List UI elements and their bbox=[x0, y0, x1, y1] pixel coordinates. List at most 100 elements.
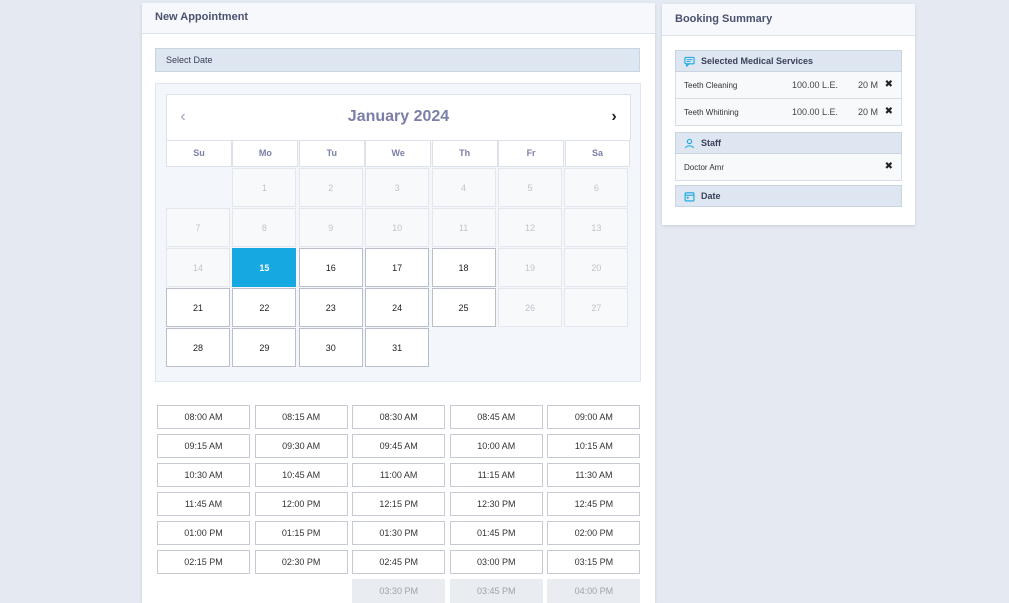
time-slot[interactable]: 10:00 AM bbox=[449, 434, 543, 458]
calendar-day: 26 bbox=[497, 288, 562, 327]
time-slot[interactable]: 09:45 AM bbox=[352, 434, 446, 458]
calendar-day[interactable]: 21 bbox=[166, 288, 230, 327]
time-slot[interactable]: 11:45 AM bbox=[157, 492, 250, 516]
chevron-right-icon[interactable]: › bbox=[602, 95, 626, 139]
day-grid: 1 2 3 4 5 6 7 8 9 10 11 12 13 14 15 16 17 18 19 20 21 22 23 24 2… bbox=[166, 168, 631, 367]
time-slot[interactable]: 11:00 AM bbox=[352, 463, 446, 487]
time-slot[interactable]: 01:00 PM bbox=[157, 521, 250, 545]
calendar-day: 4 bbox=[431, 168, 496, 207]
service-row: Teeth Whitining 100.00 L.E. 20 M ✖ bbox=[675, 99, 902, 126]
time-slot[interactable]: 12:45 PM bbox=[547, 492, 641, 516]
weekday-label: Fr bbox=[498, 140, 565, 167]
time-slot[interactable]: 08:15 AM bbox=[254, 405, 348, 429]
time-slot[interactable]: 09:00 AM bbox=[547, 405, 641, 429]
calendar-container: ‹ January 2024 › Su Mo Tu We Th Fr Sa 12345678… bbox=[155, 83, 641, 382]
calendar-day: 10 bbox=[365, 208, 430, 247]
calendar-day[interactable]: 24 bbox=[365, 288, 430, 327]
close-icon[interactable]: ✖ bbox=[885, 161, 893, 172]
time-slot[interactable]: 01:30 PM bbox=[352, 521, 446, 545]
weekday-label: We bbox=[365, 140, 432, 167]
service-row: Teeth Cleaning 100.00 L.E. 20 M ✖ bbox=[675, 72, 902, 99]
calendar: ‹ January 2024 › Su Mo Tu We Th Fr Sa 12345678… bbox=[166, 94, 631, 367]
panel-title: Booking Summary bbox=[662, 4, 915, 36]
time-slot[interactable]: 03:15 PM bbox=[547, 550, 641, 574]
staff-label: Staff bbox=[701, 138, 721, 148]
time-slot[interactable]: 10:15 AM bbox=[547, 434, 641, 458]
calendar-icon bbox=[684, 191, 695, 201]
time-slot[interactable]: 11:15 AM bbox=[449, 463, 543, 487]
service-duration: 20 M bbox=[857, 107, 878, 117]
service-price: 100.00 L.E. bbox=[791, 80, 838, 90]
staff-section: Staff Doctor Amr ✖ bbox=[675, 132, 902, 181]
time-slot: 04:00 PM bbox=[547, 579, 641, 603]
chevron-left-icon[interactable]: ‹ bbox=[171, 95, 195, 139]
service-price: 100.00 L.E. bbox=[791, 107, 838, 117]
panel-title: New Appointment bbox=[142, 3, 655, 34]
staff-header: Staff bbox=[675, 132, 902, 154]
date-section: Date bbox=[675, 185, 902, 207]
time-slot: 03:45 PM bbox=[449, 579, 543, 603]
weekday-row: Su Mo Tu We Th Fr Sa bbox=[166, 140, 631, 167]
time-slot: 03:30 PM bbox=[352, 579, 446, 603]
time-slot[interactable]: 01:15 PM bbox=[254, 521, 348, 545]
services-label: Selected Medical Services bbox=[701, 56, 814, 66]
time-slot[interactable]: 02:45 PM bbox=[352, 550, 446, 574]
weekday-label: Th bbox=[431, 140, 498, 167]
calendar-day: 27 bbox=[564, 288, 629, 327]
calendar-day[interactable]: 31 bbox=[365, 328, 430, 367]
time-slot-grid: 08:00 AM 08:15 AM 08:30 AM 08:45 AM 09:00 AM… bbox=[157, 405, 641, 603]
time-slot[interactable]: 12:15 PM bbox=[352, 492, 446, 516]
time-slot[interactable]: 08:30 AM bbox=[352, 405, 446, 429]
calendar-day: 2 bbox=[298, 168, 363, 207]
calendar-blank-cell bbox=[166, 168, 230, 207]
time-slot[interactable]: 10:45 AM bbox=[254, 463, 348, 487]
calendar-day[interactable]: 28 bbox=[166, 328, 230, 367]
service-name: Teeth Whitining bbox=[684, 107, 739, 117]
calendar-day: 12 bbox=[497, 208, 562, 247]
time-slot[interactable]: 02:15 PM bbox=[157, 550, 250, 574]
time-slot[interactable]: 11:30 AM bbox=[547, 463, 641, 487]
calendar-day[interactable]: 17 bbox=[365, 248, 430, 287]
date-label: Date bbox=[701, 191, 721, 201]
weekday-label: Sa bbox=[564, 140, 631, 167]
date-header: Date bbox=[675, 185, 902, 207]
time-slot[interactable]: 01:45 PM bbox=[449, 521, 543, 545]
time-slot[interactable]: 12:00 PM bbox=[254, 492, 348, 516]
calendar-day: 19 bbox=[497, 248, 562, 287]
staff-name: Doctor Amr bbox=[684, 162, 725, 172]
calendar-day[interactable]: 25 bbox=[431, 288, 496, 327]
time-slot[interactable]: 02:00 PM bbox=[547, 521, 641, 545]
user-icon bbox=[685, 138, 694, 148]
close-icon[interactable]: ✖ bbox=[885, 79, 893, 90]
calendar-day[interactable]: 16 bbox=[298, 248, 363, 287]
select-date-header: Select Date bbox=[155, 48, 640, 72]
calendar-day[interactable]: 30 bbox=[298, 328, 363, 367]
time-slot[interactable]: 12:30 PM bbox=[449, 492, 543, 516]
calendar-day: 14 bbox=[166, 248, 230, 287]
calendar-day-selected[interactable]: 15 bbox=[232, 248, 297, 287]
time-slot[interactable]: 09:30 AM bbox=[254, 434, 348, 458]
calendar-day: 5 bbox=[497, 168, 562, 207]
time-slot[interactable]: 08:45 AM bbox=[449, 405, 543, 429]
service-duration: 20 M bbox=[857, 80, 878, 90]
calendar-day: 8 bbox=[232, 208, 297, 247]
calendar-day[interactable]: 29 bbox=[232, 328, 297, 367]
calendar-day[interactable]: 23 bbox=[298, 288, 363, 327]
time-slot[interactable]: 03:00 PM bbox=[449, 550, 543, 574]
calendar-day[interactable]: 22 bbox=[232, 288, 297, 327]
calendar-day: 20 bbox=[564, 248, 629, 287]
calendar-day: 13 bbox=[564, 208, 629, 247]
time-slot[interactable]: 08:00 AM bbox=[157, 405, 250, 429]
time-slot[interactable]: 09:15 AM bbox=[157, 434, 250, 458]
calendar-day: 6 bbox=[564, 168, 629, 207]
chat-icon bbox=[684, 56, 695, 67]
calendar-day: 7 bbox=[166, 208, 230, 247]
calendar-day[interactable]: 18 bbox=[431, 248, 496, 287]
close-icon[interactable]: ✖ bbox=[885, 106, 893, 117]
staff-row: Doctor Amr ✖ bbox=[675, 154, 902, 181]
time-slot[interactable]: 02:30 PM bbox=[254, 550, 348, 574]
month-label: January 2024 bbox=[347, 108, 450, 125]
service-name: Teeth Cleaning bbox=[684, 80, 738, 90]
time-slot[interactable]: 10:30 AM bbox=[157, 463, 250, 487]
booking-summary-panel: Booking Summary Selected Medical Service… bbox=[662, 4, 915, 225]
